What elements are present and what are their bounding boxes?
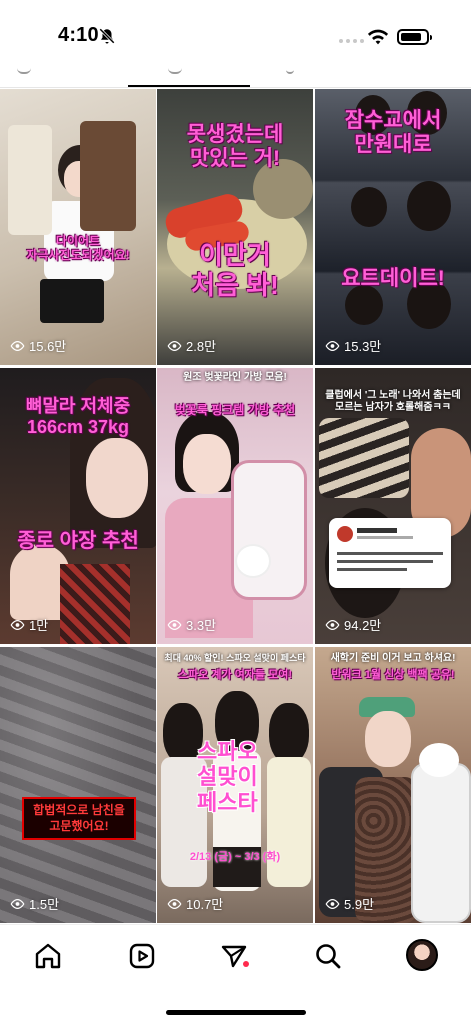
tab-grid-hint[interactable]: [17, 66, 31, 74]
tile-caption-bottom: 종로 야장 추천: [17, 530, 139, 552]
nav-home[interactable]: [33, 941, 63, 971]
tile-caption: 합법적으로 남친을 고문했어요!: [22, 797, 136, 841]
reel-tile[interactable]: 잠수교에서 만원대로 요트데이트! 15.3만: [315, 89, 471, 365]
nav-reels[interactable]: [127, 941, 157, 971]
tab-reels-hint[interactable]: [168, 66, 182, 74]
reel-tile[interactable]: 뼈말라 저체중 166cm 37kg 종로 야장 추천 1만: [0, 368, 156, 644]
reel-tile[interactable]: 다이어트 자극사진도되겠어요! 15.6만: [0, 89, 156, 365]
notification-dot: [243, 961, 249, 967]
view-count-text: 3.3만: [186, 618, 217, 633]
tile-caption: 다이어트 자극사진도되겠어요!: [26, 234, 130, 262]
eye-icon: [10, 340, 25, 351]
view-count: 3.3만: [167, 615, 216, 634]
view-count-text: 10.7만: [186, 897, 224, 912]
status-time: 4:10: [58, 24, 99, 46]
bell-off-icon: [99, 28, 115, 44]
view-count: 15.6만: [10, 336, 66, 355]
search-icon: [316, 944, 341, 969]
tile-caption-top: 뼈말라 저체중 166cm 37kg: [25, 396, 131, 437]
reel-tile[interactable]: 합법적으로 남친을 고문했어요! 1.5만: [0, 647, 156, 923]
home-indicator: [166, 1010, 306, 1015]
tile-caption: 스파오 계가 여자들 모여!: [177, 669, 293, 681]
bottom-nav: [0, 924, 471, 1024]
tab-active-indicator: [128, 85, 250, 87]
eye-icon: [325, 619, 340, 630]
view-count-text: 5.9만: [344, 897, 375, 912]
eye-icon: [167, 619, 182, 630]
reels-grid: 다이어트 자극사진도되겠어요! 15.6만 못생겼는데 맛있는 거! 이만거 처…: [0, 89, 471, 923]
reel-tile[interactable]: 새학기 준비 이거 보고 하셔요! 반워크 1월 신상 백팩 공유! 5.9만: [315, 647, 471, 923]
view-count-text: 1만: [29, 618, 49, 633]
nav-send[interactable]: [219, 941, 249, 971]
tile-caption: 벚꽃룩 핑크템 가방 추천: [174, 403, 296, 417]
reel-tile[interactable]: 원조 벚꽃라인 가방 모음! 벚꽃룩 핑크템 가방 추천 3.3만: [157, 368, 313, 644]
tile-caption-big: 스파오 설맞이 페스타: [197, 739, 258, 815]
tile-caption-small: 클럽에서 '그 노래' 나와서 춤는데 모르는 남자가 호롤해줌ㅋㅋ: [325, 390, 461, 413]
eye-icon: [325, 340, 340, 351]
tile-caption-small: 원조 벚꽃라인 가방 모음!: [183, 372, 287, 383]
home-icon: [35, 943, 61, 969]
reel-tile[interactable]: 못생겼는데 맛있는 거! 이만거 처음 봐! 2.8만: [157, 89, 313, 365]
profile-tab-strip[interactable]: [0, 62, 471, 88]
tile-caption-small: 최대 40% 할인! 스파오 설맞이 페스타: [164, 653, 306, 663]
view-count: 10.7만: [167, 894, 223, 913]
eye-icon: [10, 898, 25, 909]
status-bar: 4:10: [0, 0, 471, 62]
tile-caption: 반워크 1월 신상 백팩 공유!: [331, 669, 455, 681]
battery-icon: [397, 29, 432, 45]
eye-icon: [325, 898, 340, 909]
tile-caption-bottom: 이만거 처음 봐!: [191, 240, 279, 300]
view-count: 15.3만: [325, 336, 381, 355]
profile-avatar[interactable]: [406, 939, 438, 971]
view-count: 94.2만: [325, 615, 381, 634]
view-count-text: 94.2만: [344, 618, 382, 633]
view-count-text: 15.3만: [344, 339, 382, 354]
wifi-icon: [367, 29, 389, 45]
view-count: 1만: [10, 615, 48, 634]
view-count-text: 2.8만: [186, 339, 217, 354]
tile-caption-top: 잠수교에서 만원대로: [344, 109, 442, 157]
view-count: 1.5만: [10, 894, 59, 913]
reels-icon: [129, 943, 155, 969]
view-count: 5.9만: [325, 894, 374, 913]
signal-icon: [339, 39, 364, 43]
eye-icon: [167, 340, 182, 351]
tile-caption-top: 못생겼는데 맛있는 거!: [186, 123, 284, 171]
view-count-text: 15.6만: [29, 339, 67, 354]
tile-caption-bottom: 요트데이트!: [341, 267, 445, 290]
tile-caption-date: 2/13 (금) ~ 3/3 (화): [189, 851, 281, 863]
reel-tile[interactable]: 클럽에서 '그 노래' 나와서 춤는데 모르는 남자가 호롤해줌ㅋㅋ 94.2만: [315, 368, 471, 644]
nav-search[interactable]: [313, 941, 343, 971]
tab-tagged-hint[interactable]: [286, 66, 294, 74]
eye-icon: [167, 898, 182, 909]
reel-tile[interactable]: 최대 40% 할인! 스파오 설맞이 페스타 스파오 계가 여자들 모여! 스파…: [157, 647, 313, 923]
view-count-text: 1.5만: [29, 897, 60, 912]
view-count: 2.8만: [167, 336, 216, 355]
eye-icon: [10, 619, 25, 630]
tile-caption-small: 새학기 준비 이거 보고 하셔요!: [330, 653, 456, 664]
